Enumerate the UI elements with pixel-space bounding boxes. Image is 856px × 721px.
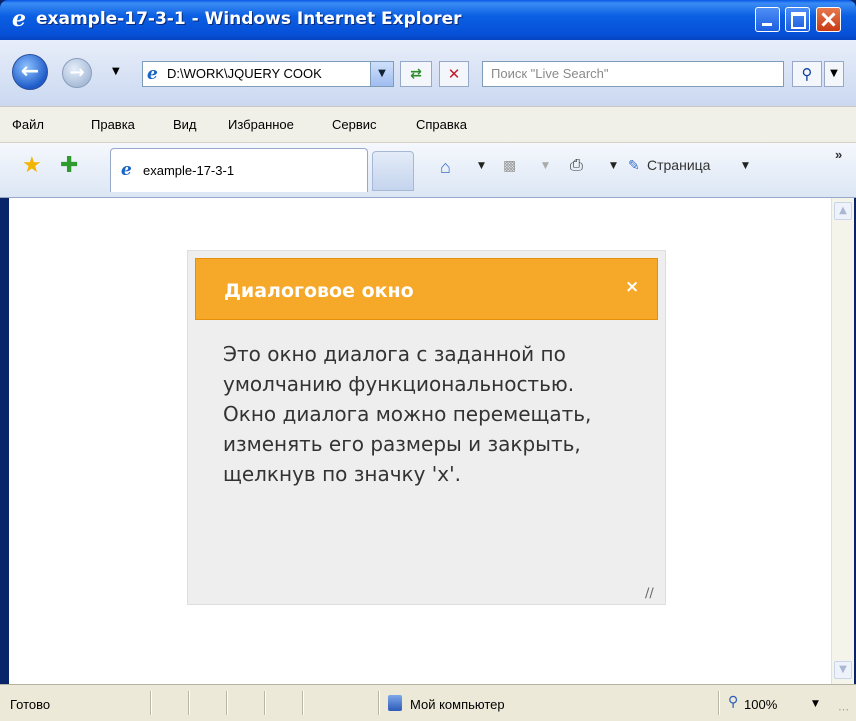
menu-edit[interactable]: Правка	[91, 117, 135, 132]
more-tools-icon[interactable]: »	[835, 147, 842, 162]
refresh-button[interactable]: ⇄	[400, 61, 432, 87]
zoom-dropdown-icon[interactable]: ▼	[812, 699, 819, 709]
menu-bar: Файл Правка Вид Избранное Сервис Справка	[0, 106, 856, 143]
minimize-button[interactable]	[755, 7, 780, 32]
status-separator	[378, 691, 379, 715]
address-value[interactable]: D:\WORK\JQUERY COOK	[167, 66, 322, 81]
status-separator	[150, 691, 151, 715]
dialog-window[interactable]: Диалоговое окно × Это окно диалога с зад…	[187, 250, 666, 605]
title-bar[interactable]: e example-17-3-1 - Windows Internet Expl…	[0, 0, 856, 40]
page-menu-icon[interactable]: ✎	[628, 157, 640, 174]
status-separator	[718, 691, 719, 715]
feeds-dropdown-icon[interactable]: ▼	[542, 161, 549, 171]
page-icon: e	[121, 160, 132, 180]
zoom-icon[interactable]: ⚲	[728, 694, 738, 710]
favorites-star-icon[interactable]: ★	[22, 153, 42, 178]
vertical-scrollbar[interactable]: ▲ ▼	[831, 198, 854, 684]
status-separator	[188, 691, 189, 715]
computer-zone-icon	[388, 695, 402, 711]
security-zone: Мой компьютер	[410, 697, 505, 712]
stop-button[interactable]: ✕	[439, 61, 469, 87]
dialog-body-text: Это окно диалога с заданной по умолчанию…	[223, 342, 592, 486]
history-dropdown-icon[interactable]: ▼	[112, 66, 120, 77]
close-window-button[interactable]	[816, 7, 841, 32]
home-dropdown-icon[interactable]: ▼	[478, 161, 485, 171]
page-menu-label[interactable]: Страница	[647, 157, 710, 173]
menu-tools[interactable]: Сервис	[332, 117, 377, 132]
status-separator	[226, 691, 227, 715]
tab-label: example-17-3-1	[143, 163, 235, 178]
menu-help[interactable]: Справка	[416, 117, 467, 132]
menu-view[interactable]: Вид	[173, 117, 197, 132]
search-input[interactable]: Поиск "Live Search"	[482, 61, 784, 87]
ie-logo-icon: e	[12, 6, 26, 32]
menu-favorites[interactable]: Избранное	[228, 117, 294, 132]
status-bar: Готово Мой компьютер ⚲ 100% ▼ ⋯	[0, 684, 856, 721]
status-separator	[302, 691, 303, 715]
close-icon[interactable]: ×	[625, 277, 639, 297]
resize-handle-icon[interactable]: ∕∕	[645, 586, 654, 601]
ie-window: e example-17-3-1 - Windows Internet Expl…	[0, 0, 856, 721]
home-icon[interactable]: ⌂	[440, 157, 451, 178]
scroll-up-icon[interactable]: ▲	[834, 202, 852, 220]
tab-example[interactable]: e example-17-3-1	[110, 148, 368, 192]
zoom-level[interactable]: 100%	[744, 697, 777, 712]
scroll-down-icon[interactable]: ▼	[834, 661, 852, 679]
status-text: Готово	[10, 697, 51, 712]
add-favorite-icon[interactable]: ✚	[60, 153, 78, 178]
dialog-titlebar[interactable]: Диалоговое окно ×	[195, 258, 658, 320]
tab-row: ★ ✚ e example-17-3-1 ⌂ ▼ ▩ ▼ ⎙ ▼ ✎ Стран…	[0, 143, 856, 198]
window-left-border	[0, 198, 9, 684]
feeds-icon[interactable]: ▩	[503, 157, 516, 174]
page-menu-dropdown-icon[interactable]: ▼	[742, 161, 749, 171]
resize-grip-icon[interactable]: ⋯	[838, 703, 849, 716]
page-icon: e	[147, 64, 158, 84]
print-icon[interactable]: ⎙	[570, 157, 583, 175]
back-button[interactable]: ←	[12, 54, 48, 90]
search-options-dropdown-icon[interactable]: ▼	[824, 61, 844, 87]
address-field[interactable]: e D:\WORK\JQUERY COOK ▼	[142, 61, 394, 87]
dialog-title: Диалоговое окно	[224, 280, 414, 302]
maximize-button[interactable]	[785, 7, 810, 32]
menu-file[interactable]: Файл	[12, 117, 44, 132]
new-tab-button[interactable]	[372, 151, 414, 191]
print-dropdown-icon[interactable]: ▼	[610, 161, 617, 171]
address-dropdown-icon[interactable]: ▼	[370, 62, 393, 86]
window-title: example-17-3-1 - Windows Internet Explor…	[36, 9, 462, 29]
forward-button[interactable]: →	[62, 58, 92, 88]
search-button[interactable]: ⚲	[792, 61, 822, 87]
status-separator	[264, 691, 265, 715]
